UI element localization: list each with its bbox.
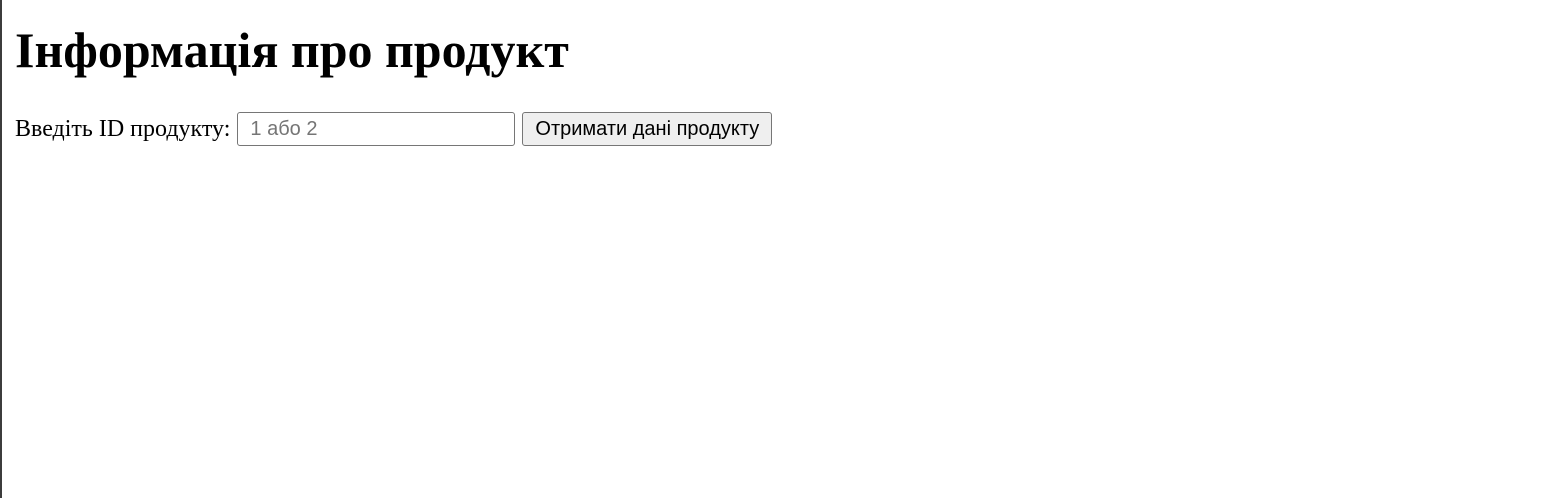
get-product-data-button[interactable]: Отримати дані продукту <box>522 112 773 146</box>
product-id-label: Введіть ID продукту: <box>15 116 231 142</box>
product-id-input[interactable] <box>237 112 516 146</box>
product-id-form: Введіть ID продукту: Отримати дані проду… <box>15 112 773 146</box>
page-title: Інформація про продукт <box>15 22 569 78</box>
